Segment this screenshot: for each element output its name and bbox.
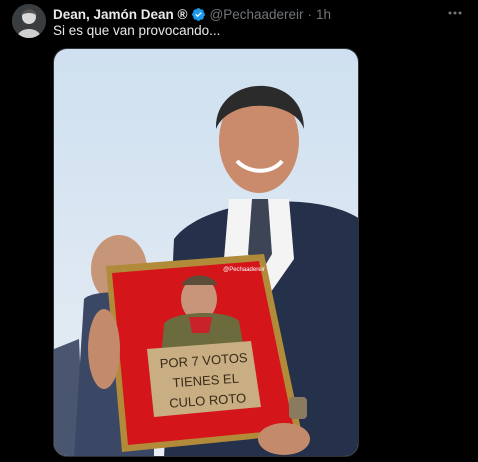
handle[interactable]: @Pechaadereir bbox=[210, 7, 304, 22]
tweet-media-image[interactable]: POR 7 VOTOS TIENES EL CULO ROTO @Pechaad… bbox=[53, 48, 359, 457]
meme-photo: POR 7 VOTOS TIENES EL CULO ROTO @Pechaad… bbox=[54, 49, 358, 456]
tweet-header: Dean, Jamón Dean ® @Pechaadereir · 1h bbox=[53, 5, 448, 23]
avatar-image bbox=[12, 4, 46, 38]
tweet[interactable]: Dean, Jamón Dean ® @Pechaadereir · 1h Si… bbox=[0, 0, 478, 462]
avatar[interactable] bbox=[12, 4, 46, 38]
tweet-text: Si es que van provocando... bbox=[53, 23, 221, 38]
timestamp[interactable]: 1h bbox=[316, 7, 331, 22]
separator-dot: · bbox=[307, 6, 313, 22]
display-name[interactable]: Dean, Jamón Dean ® bbox=[53, 7, 188, 22]
more-horizontal-icon[interactable] bbox=[446, 5, 464, 21]
poster-watermark: @Pechaadereir bbox=[223, 267, 265, 273]
verified-badge-icon bbox=[191, 7, 206, 22]
